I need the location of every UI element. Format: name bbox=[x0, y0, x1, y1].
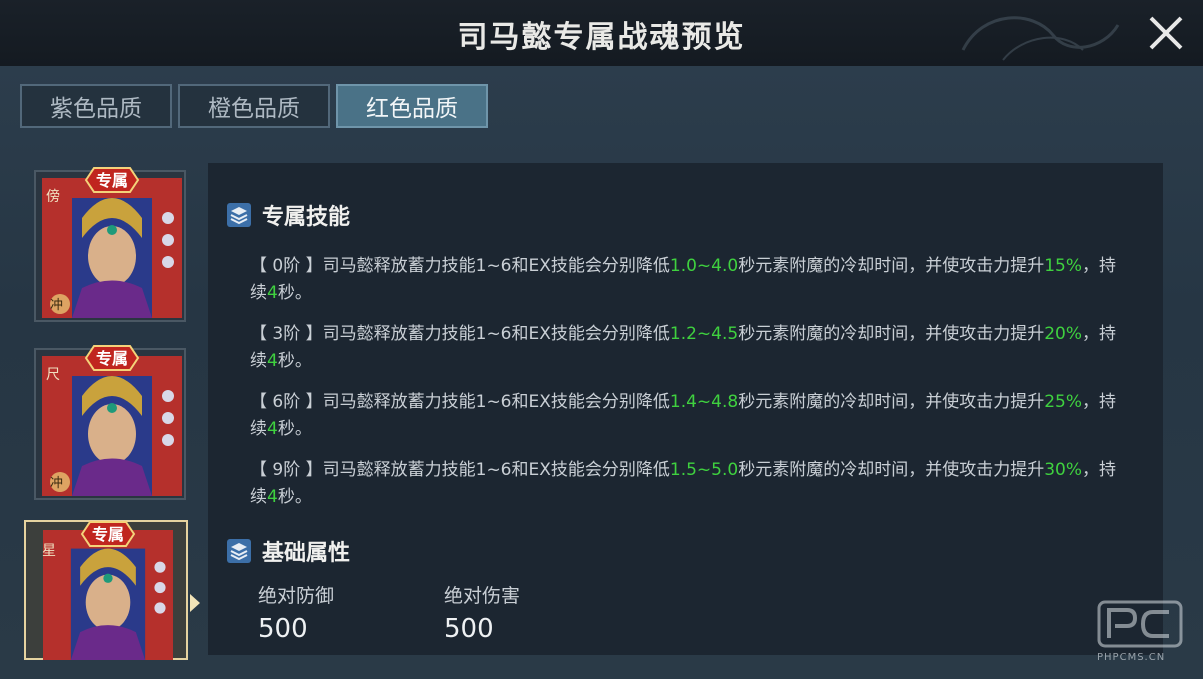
skill-stage-label: 【 3阶 】 bbox=[250, 324, 323, 344]
watermark-text: PHPCMS.CN bbox=[1097, 652, 1166, 663]
close-icon bbox=[1149, 16, 1183, 50]
attr-value: 500 bbox=[258, 614, 308, 644]
skill-text: 司马懿释放蓄力技能1~6和EX技能会分别降低 bbox=[322, 392, 670, 412]
skill-text: 秒。 bbox=[277, 419, 312, 439]
skill-text: 秒元素附魔的冷却时间，并使攻击力提升 bbox=[738, 256, 1045, 276]
skills-section-header: 专属技能 bbox=[226, 199, 350, 231]
skill-text: 秒。 bbox=[277, 283, 312, 303]
attrs-section-title: 基础属性 bbox=[262, 541, 351, 566]
card-corner-glyph: 尺 bbox=[46, 367, 60, 383]
skill-duration: 4 bbox=[267, 487, 278, 507]
skill-cooldown-range: 1.4~4.8 bbox=[669, 392, 739, 412]
skill-stage-9: 【 9阶 】司马懿释放蓄力技能1~6和EX技能会分别降低1.5~5.0秒元素附魔… bbox=[250, 457, 1130, 511]
sima-yi-portrait bbox=[43, 530, 173, 660]
soul-card-2[interactable]: 专属 尺 冲 bbox=[34, 345, 186, 500]
card-seal-glyph: 冲 bbox=[50, 476, 64, 491]
header-bar: 司马懿专属战魂预览 bbox=[0, 0, 1203, 67]
tab-red-quality[interactable]: 红色品质 bbox=[336, 84, 488, 128]
attrs-section-header: 基础属性 bbox=[226, 535, 350, 567]
pc-logo-icon bbox=[1097, 600, 1183, 648]
attr-absolute-damage: 绝对伤害 500 bbox=[444, 581, 520, 644]
dialog-title: 司马懿专属战魂预览 bbox=[457, 20, 746, 55]
skill-text: 秒元素附魔的冷却时间，并使攻击力提升 bbox=[738, 324, 1045, 344]
skill-stage-label: 【 0阶 】 bbox=[250, 256, 323, 276]
base-attributes: 绝对防御 500 绝对伤害 500 bbox=[258, 581, 520, 644]
skill-text: 秒。 bbox=[277, 487, 312, 507]
skill-attack-percent: 15% bbox=[1044, 256, 1083, 276]
skill-duration: 4 bbox=[267, 351, 278, 371]
exclusive-badge-label: 专属 bbox=[95, 349, 128, 368]
skill-stage-0: 【 0阶 】司马懿释放蓄力技能1~6和EX技能会分别降低1.0~4.0秒元素附魔… bbox=[250, 253, 1130, 307]
skill-text: 秒元素附魔的冷却时间，并使攻击力提升 bbox=[738, 460, 1045, 480]
skill-duration: 4 bbox=[267, 283, 278, 303]
skill-text: 秒元素附魔的冷却时间，并使攻击力提升 bbox=[738, 392, 1045, 412]
skill-text: 秒。 bbox=[277, 351, 312, 371]
skill-cooldown-range: 1.5~5.0 bbox=[669, 460, 739, 480]
selection-arrow-icon bbox=[190, 594, 200, 612]
skill-stage-label: 【 6阶 】 bbox=[250, 392, 323, 412]
skill-stage-label: 【 9阶 】 bbox=[250, 460, 323, 480]
skill-cooldown-range: 1.0~4.0 bbox=[669, 256, 739, 276]
attr-label: 绝对防御 bbox=[258, 585, 335, 607]
skill-attack-percent: 30% bbox=[1044, 460, 1083, 480]
card-corner-glyph: 星 bbox=[42, 543, 56, 559]
site-watermark: PHPCMS.CN bbox=[1097, 600, 1183, 663]
exclusive-badge-label: 专属 bbox=[91, 525, 124, 544]
attr-value: 500 bbox=[444, 614, 494, 644]
skill-text: 司马懿释放蓄力技能1~6和EX技能会分别降低 bbox=[322, 324, 670, 344]
tab-purple-quality[interactable]: 紫色品质 bbox=[20, 84, 172, 128]
skill-text: 司马懿释放蓄力技能1~6和EX技能会分别降低 bbox=[322, 256, 670, 276]
card-corner-glyph: 傍 bbox=[46, 189, 60, 205]
attr-label: 绝对伤害 bbox=[444, 585, 521, 607]
skills-section-title: 专属技能 bbox=[262, 205, 351, 230]
skill-cooldown-range: 1.2~4.5 bbox=[669, 324, 739, 344]
skill-attack-percent: 25% bbox=[1044, 392, 1083, 412]
skill-text: 司马懿释放蓄力技能1~6和EX技能会分别降低 bbox=[322, 460, 670, 480]
detail-panel: 专属技能 【 0阶 】司马懿释放蓄力技能1~6和EX技能会分别降低1.0~4.0… bbox=[208, 163, 1163, 655]
close-button[interactable] bbox=[1147, 14, 1185, 52]
card-seal-glyph: 冲 bbox=[50, 298, 64, 313]
quality-tabs: 紫色品质 橙色品质 红色品质 bbox=[20, 84, 488, 128]
layers-icon bbox=[227, 539, 251, 563]
skill-stage-3: 【 3阶 】司马懿释放蓄力技能1~6和EX技能会分别降低1.2~4.5秒元素附魔… bbox=[250, 321, 1130, 375]
attr-absolute-defense: 绝对防御 500 bbox=[258, 581, 334, 644]
skill-duration: 4 bbox=[267, 419, 278, 439]
soul-card-1[interactable]: 专属 傍 冲 bbox=[34, 167, 186, 322]
tab-orange-quality[interactable]: 橙色品质 bbox=[178, 84, 330, 128]
exclusive-badge-label: 专属 bbox=[95, 171, 128, 190]
skill-attack-percent: 20% bbox=[1044, 324, 1083, 344]
soul-card-3-selected[interactable]: 专属 星 bbox=[24, 520, 188, 660]
skill-stage-6: 【 6阶 】司马懿释放蓄力技能1~6和EX技能会分别降低1.4~4.8秒元素附魔… bbox=[250, 389, 1130, 443]
layers-icon bbox=[227, 203, 251, 227]
